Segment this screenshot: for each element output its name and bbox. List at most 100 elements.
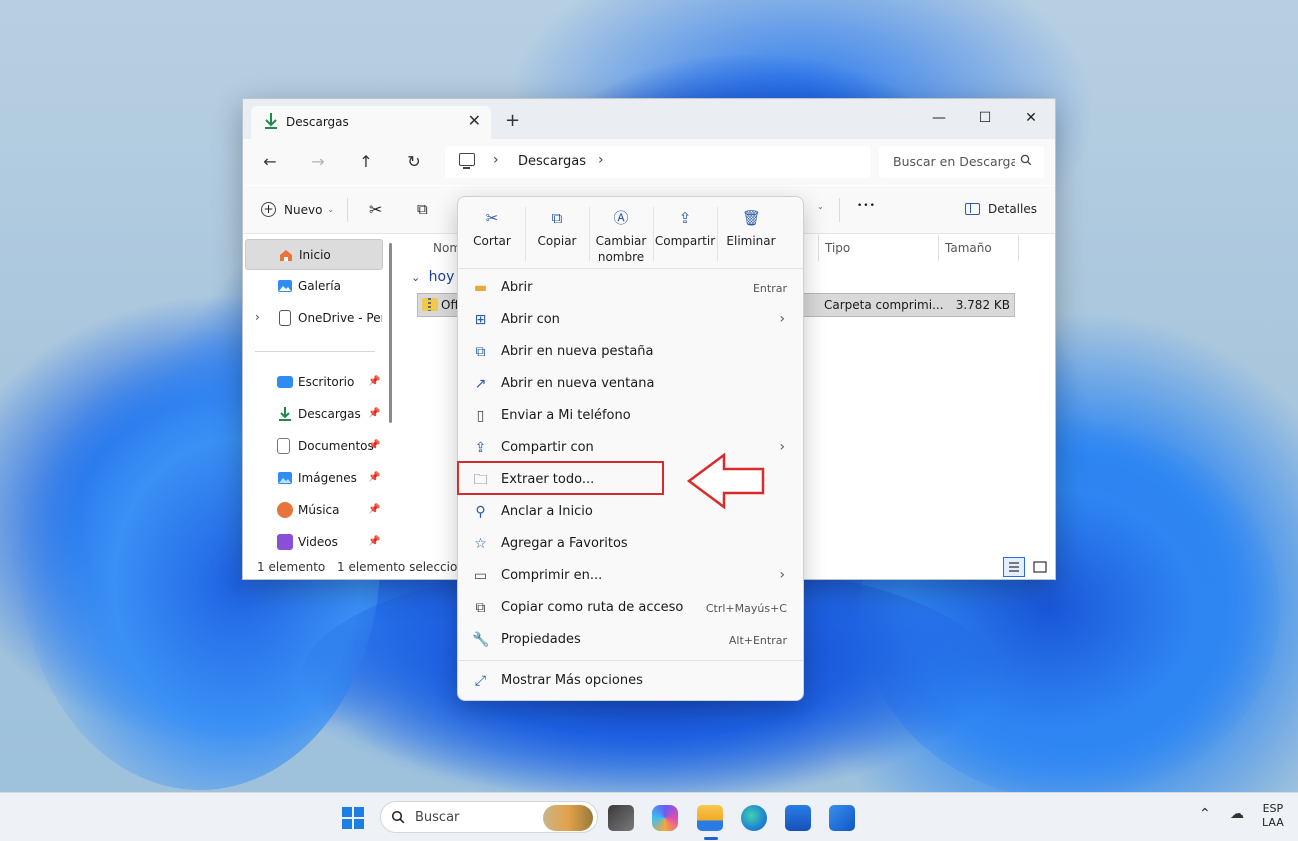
- search-input[interactable]: Buscar en Descargas: [879, 146, 1044, 178]
- pin-icon[interactable]: 📌: [368, 504, 380, 515]
- sidebar-item-onedrive[interactable]: › OneDrive - Personal: [245, 303, 383, 334]
- more-options-icon[interactable]: •••: [857, 201, 876, 211]
- address-row: ← → ↑ ↻ › Descargas › Buscar en Descarga…: [243, 139, 1055, 185]
- menu-item-abrir[interactable]: ▬ Abrir Entrar: [462, 273, 799, 303]
- new-button-label: Nuevo: [284, 202, 323, 217]
- column-header-type[interactable]: Tipo: [825, 241, 850, 255]
- pin-icon[interactable]: 📌: [368, 440, 380, 451]
- delete-button[interactable]: 🗑 Eliminar: [719, 205, 783, 265]
- context-action-bar: ✂ Cortar ⧉ Copiar Ⓐ Cambiar nombre ⇪ Com…: [458, 197, 803, 269]
- sidebar-item-documentos[interactable]: Documentos 📌: [245, 431, 383, 462]
- menu-item-copiar-ruta[interactable]: ⧉ Copiar como ruta de acceso Ctrl+Mayús+…: [462, 593, 799, 623]
- address-bar[interactable]: › Descargas ›: [445, 146, 871, 178]
- group-header-hoy[interactable]: ⌄ hoy: [411, 269, 454, 285]
- share-button[interactable]: ⇪ Compartir: [653, 205, 717, 265]
- sidebar-scrollbar[interactable]: [389, 243, 392, 423]
- menu-item-favoritos[interactable]: ☆ Agregar a Favoritos: [462, 529, 799, 559]
- toolbar-divider: [347, 198, 348, 222]
- pin-icon[interactable]: 📌: [368, 376, 380, 387]
- sidebar-item-label: Galería: [298, 279, 341, 293]
- up-arrow-icon[interactable]: ↑: [353, 151, 379, 173]
- menu-item-comprimir[interactable]: ▭ Comprimir en... ›: [462, 561, 799, 591]
- task-view-icon[interactable]: [608, 805, 634, 831]
- taskbar-search-box[interactable]: Buscar: [380, 801, 598, 833]
- menu-item-nueva-pestana[interactable]: ⧉ Abrir en nueva pestaña: [462, 337, 799, 367]
- menu-item-shortcut: Ctrl+Mayús+C: [705, 602, 787, 615]
- file-explorer-icon[interactable]: [697, 805, 723, 831]
- file-type: Carpeta comprimi...: [824, 298, 944, 312]
- menu-item-shortcut: Entrar: [752, 282, 787, 295]
- edge-browser-icon[interactable]: [741, 805, 767, 831]
- maximize-button[interactable]: ☐: [965, 105, 1005, 131]
- taskbar: Buscar ⌃ ☁ ESP LAA: [0, 792, 1298, 841]
- start-windows-icon[interactable]: [340, 805, 366, 831]
- pin-icon[interactable]: 📌: [368, 472, 380, 483]
- column-header-size[interactable]: Tamaño: [945, 241, 992, 255]
- pin-icon: ⚲: [475, 504, 486, 520]
- tab-close-icon[interactable]: ✕: [468, 112, 481, 130]
- details-view-button[interactable]: [1003, 557, 1025, 577]
- chevron-right-icon: ›: [779, 311, 785, 327]
- copy-icon[interactable]: ⧉: [417, 200, 428, 218]
- language-indicator[interactable]: ESP LAA: [1262, 802, 1284, 830]
- action-label: Compartir: [654, 234, 716, 248]
- tab-descargas[interactable]: Descargas ✕: [251, 106, 491, 139]
- forward-arrow-icon[interactable]: →: [305, 151, 331, 173]
- details-button[interactable]: Detalles: [965, 202, 1037, 216]
- sidebar-divider: [255, 351, 375, 352]
- videos-icon: [277, 534, 293, 550]
- new-tab-button[interactable]: +: [505, 111, 520, 131]
- breadcrumb-separator[interactable]: ›: [598, 152, 604, 168]
- sidebar-item-galeria[interactable]: Galería: [245, 271, 383, 302]
- copy-button[interactable]: ⧉ Copiar: [525, 205, 589, 265]
- sidebar-item-escritorio[interactable]: Escritorio 📌: [245, 367, 383, 398]
- sidebar-item-imagenes[interactable]: Imágenes 📌: [245, 463, 383, 494]
- menu-item-label: Agregar a Favoritos: [501, 536, 628, 551]
- back-arrow-icon[interactable]: ←: [257, 151, 283, 173]
- details-label: Detalles: [988, 202, 1037, 216]
- action-label: Cambiar nombre: [595, 234, 647, 264]
- menu-item-nueva-ventana[interactable]: ↗ Abrir en nueva ventana: [462, 369, 799, 399]
- new-button[interactable]: + Nuevo ⌄: [261, 202, 334, 217]
- refresh-icon[interactable]: ↻: [401, 151, 427, 173]
- show-hidden-icons-chevron-icon[interactable]: ⌃: [1199, 806, 1211, 822]
- pin-icon[interactable]: 📌: [368, 408, 380, 419]
- menu-item-abrir-con[interactable]: ⊞ Abrir con ›: [462, 305, 799, 335]
- menu-item-shortcut: Alt+Entrar: [728, 634, 787, 647]
- rename-icon: Ⓐ: [613, 209, 629, 227]
- search-icon: [1020, 154, 1032, 166]
- sidebar-item-inicio[interactable]: Inicio: [245, 239, 383, 270]
- star-icon: ☆: [474, 536, 487, 552]
- breadcrumb-descargas[interactable]: Descargas: [518, 154, 586, 169]
- menu-item-mas-opciones[interactable]: ⤢ Mostrar Más opciones: [462, 666, 799, 696]
- context-menu: ✂ Cortar ⧉ Copiar Ⓐ Cambiar nombre ⇪ Com…: [457, 196, 804, 701]
- desktop-icon: [277, 376, 293, 388]
- m365-copilot-icon[interactable]: [652, 805, 678, 831]
- sidebar-item-label: Inicio: [299, 248, 331, 262]
- sidebar-item-musica[interactable]: Música 📌: [245, 495, 383, 526]
- highlight-box: [457, 461, 664, 495]
- microsoft-store-icon[interactable]: [785, 805, 811, 831]
- tiles-view-button[interactable]: [1029, 557, 1051, 577]
- pin-icon[interactable]: 📌: [368, 536, 380, 547]
- file-size: 3.782 KB: [955, 298, 1010, 312]
- menu-item-propiedades[interactable]: 🔧 Propiedades Alt+Entrar: [462, 625, 799, 655]
- search-placeholder: Buscar en Descargas: [893, 154, 1015, 169]
- chevron-right-icon: ›: [779, 439, 785, 455]
- minimize-button[interactable]: —: [919, 105, 959, 131]
- downloads-icon: [277, 406, 293, 422]
- menu-item-mi-telefono[interactable]: ▯ Enviar a Mi teléfono: [462, 401, 799, 431]
- sidebar-item-descargas[interactable]: Descargas 📌: [245, 399, 383, 430]
- sidebar-item-videos[interactable]: Videos 📌: [245, 527, 383, 558]
- more-options-icon: ⤢: [474, 673, 487, 689]
- breadcrumb-separator: ›: [493, 152, 499, 168]
- chevron-right-icon: ›: [779, 567, 785, 583]
- outlook-icon[interactable]: [829, 805, 855, 831]
- details-pane-icon: [965, 203, 980, 215]
- close-button[interactable]: ✕: [1011, 105, 1051, 131]
- network-offline-icon[interactable]: ☁: [1230, 806, 1244, 822]
- menu-item-label: Abrir: [501, 280, 533, 295]
- cut-icon[interactable]: ✂: [369, 200, 382, 219]
- cut-button[interactable]: ✂ Cortar: [460, 205, 524, 265]
- rename-button[interactable]: Ⓐ Cambiar nombre: [589, 205, 653, 265]
